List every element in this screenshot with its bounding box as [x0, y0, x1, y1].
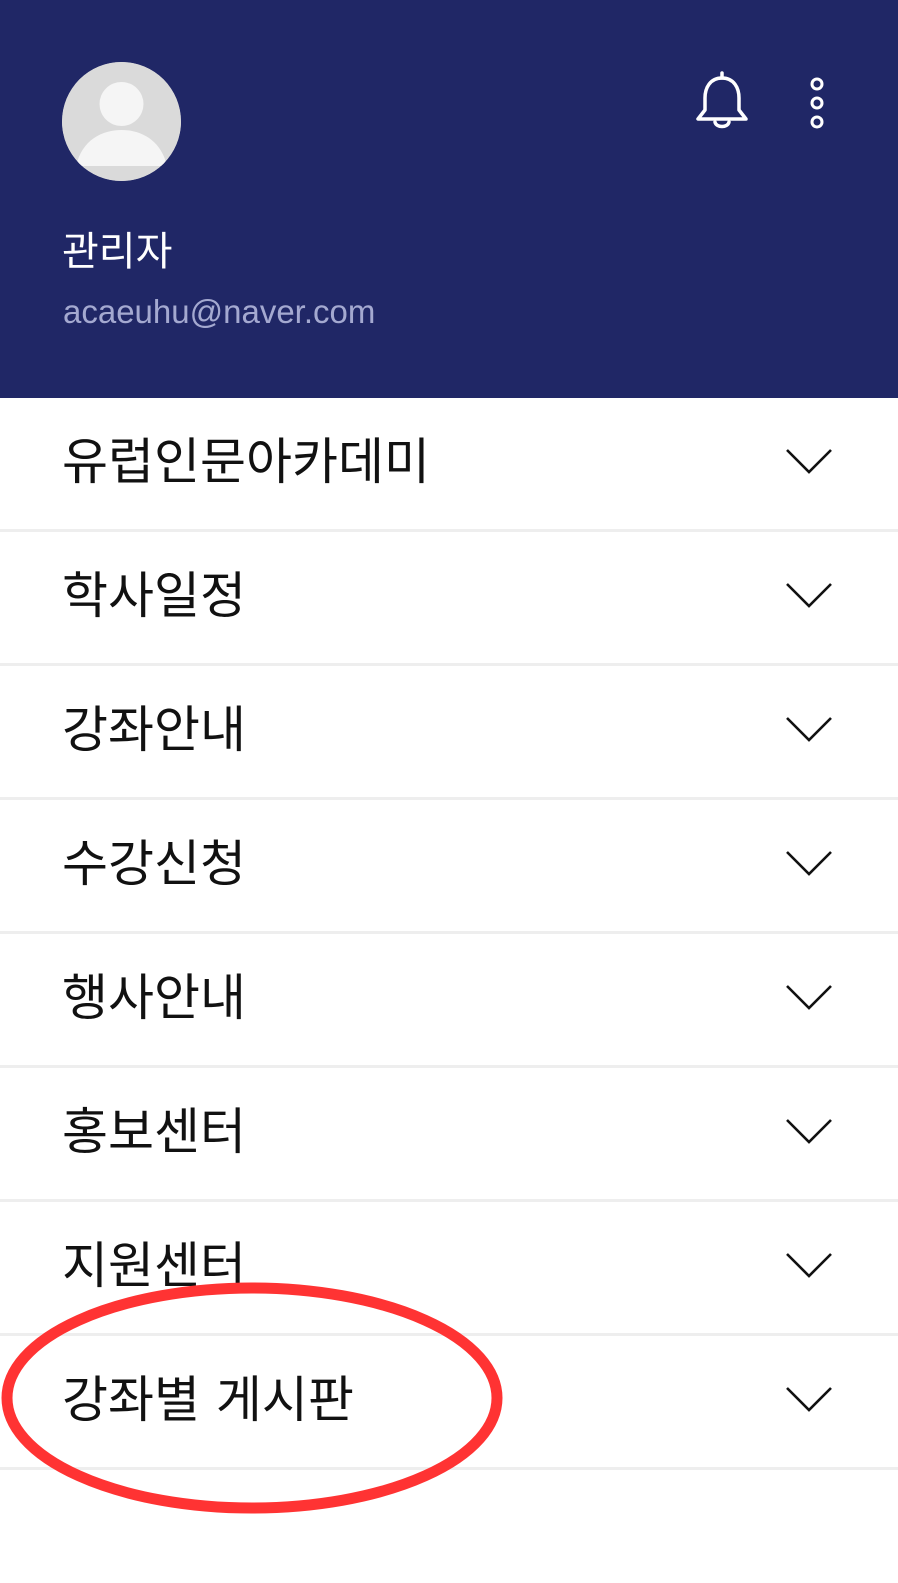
chevron-down-icon[interactable]	[784, 844, 834, 880]
user-name: 관리자	[62, 229, 173, 275]
more-options-button[interactable]	[798, 70, 836, 134]
menu-item-label: 홍보센터	[62, 1103, 246, 1161]
navigation-drawer: 관리자 acaeuhu@naver.com 유럽인문아카데미 학사일정 강좌안내…	[0, 0, 898, 1583]
more-vertical-icon	[810, 77, 824, 129]
default-avatar-icon	[62, 62, 181, 181]
menu-item-support-center[interactable]: 지원센터	[0, 1202, 898, 1336]
chevron-down-icon[interactable]	[784, 1246, 834, 1282]
menu-item-label: 유럽인문아카데미	[62, 433, 430, 491]
user-email: acaeuhu@naver.com	[63, 293, 376, 330]
menu-item-label: 강좌안내	[62, 701, 246, 759]
menu-item-course-boards[interactable]: 강좌별 게시판	[0, 1336, 898, 1470]
drawer-header: 관리자 acaeuhu@naver.com	[0, 0, 898, 398]
menu-item-label: 행사안내	[62, 969, 246, 1027]
avatar[interactable]	[62, 62, 181, 181]
notification-button[interactable]	[690, 70, 754, 134]
menu-item-pr-center[interactable]: 홍보센터	[0, 1068, 898, 1202]
menu-item-course-guide[interactable]: 강좌안내	[0, 666, 898, 800]
chevron-down-icon[interactable]	[784, 978, 834, 1014]
menu-item-label: 지원센터	[62, 1237, 246, 1295]
menu-item-label: 강좌별 게시판	[62, 1371, 354, 1429]
chevron-down-icon[interactable]	[784, 710, 834, 746]
bell-icon	[696, 71, 748, 129]
drawer-menu: 유럽인문아카데미 학사일정 강좌안내 수강신청 행사안내 홍보센터 지원센터 강…	[0, 398, 898, 1470]
chevron-down-icon[interactable]	[784, 1112, 834, 1148]
menu-item-academic-calendar[interactable]: 학사일정	[0, 532, 898, 666]
chevron-down-icon[interactable]	[784, 576, 834, 612]
chevron-down-icon[interactable]	[784, 1380, 834, 1416]
menu-item-label: 수강신청	[62, 835, 246, 893]
menu-item-label: 학사일정	[62, 567, 246, 625]
menu-item-events[interactable]: 행사안내	[0, 934, 898, 1068]
menu-item-european-humanities-academy[interactable]: 유럽인문아카데미	[0, 398, 898, 532]
menu-item-course-registration[interactable]: 수강신청	[0, 800, 898, 934]
chevron-down-icon[interactable]	[784, 442, 834, 478]
